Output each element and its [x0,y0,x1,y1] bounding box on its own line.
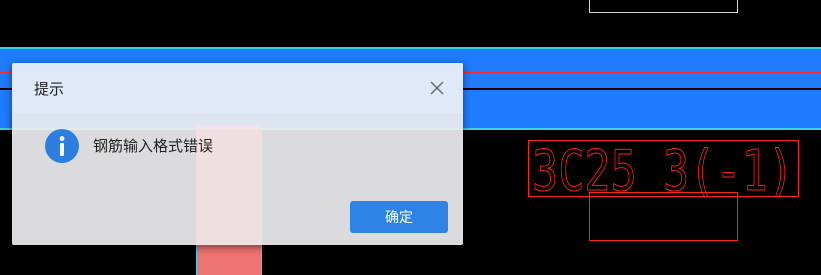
info-icon [45,129,79,163]
column-section [197,244,261,275]
prompt-dialog: 提示 钢筋输入格式错误 确定 [12,63,463,245]
beam-edge-top [0,47,821,49]
dialog-header: 提示 [12,63,463,113]
dialog-title: 提示 [34,80,65,98]
rebar-annotation-text: 3C25 3(-1) [532,140,795,196]
ok-button[interactable]: 确定 [350,201,448,233]
drawing-rectangle-outline [589,0,738,13]
dialog-message: 钢筋输入格式错误 [93,137,214,155]
column-edge-right [261,244,262,275]
column-edge-left [196,244,197,275]
rebar-annotation-label: 3C25 3(-1) [532,140,794,196]
close-icon[interactable] [426,77,448,99]
annotation-leader-box [589,192,738,241]
